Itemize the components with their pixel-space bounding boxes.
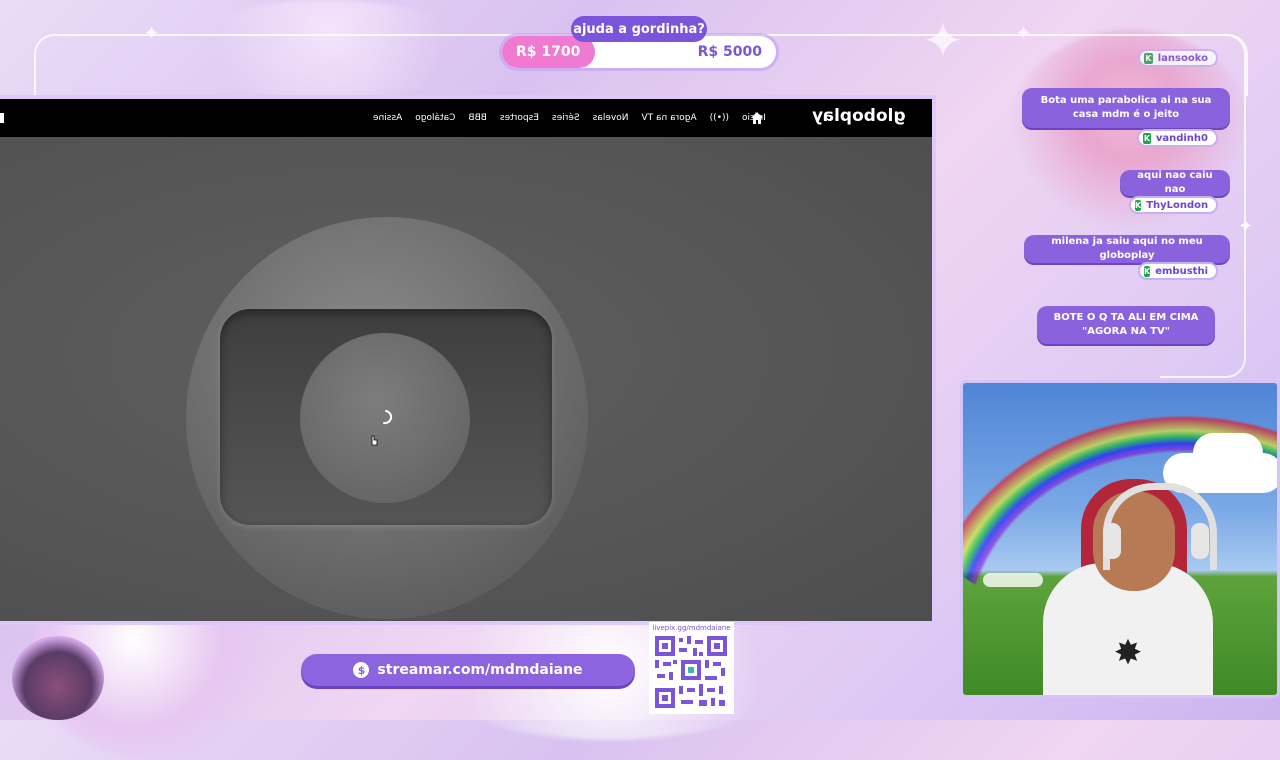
chat-username-text: embusthi <box>1155 265 1208 277</box>
chat-message: milena ja saiu aqui no meu globoplay <box>1024 235 1230 263</box>
nav-item-series[interactable]: Séries <box>552 113 580 123</box>
webcam-feed: ✸ <box>960 380 1280 698</box>
chat-username-text: ThyLondon <box>1146 199 1209 211</box>
nav-item-catalogo[interactable]: Catálogo <box>415 113 455 123</box>
streamar-url: streamar.com/mdmdaiane <box>377 662 583 678</box>
qr-label: livepix.gg/mdmdaiane <box>652 624 731 632</box>
video-player-area[interactable] <box>0 137 932 621</box>
headphone-cup <box>1191 523 1209 559</box>
live-signal-icon: ((•)) <box>709 113 730 123</box>
cloud <box>983 573 1043 587</box>
sparkle-icon: ✦ <box>144 23 160 44</box>
shirt-print: ✸ <box>1113 633 1143 673</box>
nav-item-novelas[interactable]: Novelas <box>593 113 629 123</box>
chat-message: aqui nao caiu nao <box>1120 170 1230 196</box>
nav-item-assine[interactable]: Assine <box>373 113 402 123</box>
chat-username: K vandinh0 <box>1137 129 1218 147</box>
chat-message: BOTE O Q TA ALI EM CIMA "AGORA NA TV" <box>1037 306 1215 344</box>
kick-badge-icon: K <box>1143 132 1151 144</box>
nav-item-bbb[interactable]: BBB <box>469 113 488 123</box>
globoplay-header: Início ((•)) Agora na TV Novelas Séries … <box>0 99 932 137</box>
loading-spinner-icon <box>383 410 393 425</box>
screen-capture: Início ((•)) Agora na TV Novelas Séries … <box>0 99 932 621</box>
chat-username-text: lansooko <box>1157 52 1208 64</box>
browser-edge <box>0 113 4 123</box>
channel-avatar <box>12 636 104 720</box>
kick-badge-icon: K <box>1135 199 1142 211</box>
globoplay-logo[interactable]: globoplay <box>812 106 906 126</box>
qr-code-icon <box>655 636 727 708</box>
chat-username: K embusthi <box>1138 262 1218 280</box>
nav-item-agora-na-tv[interactable]: Agora na TV <box>642 113 697 123</box>
cloud <box>1193 433 1263 473</box>
headphone-cup <box>1103 523 1121 559</box>
globoplay-nav: Início ((•)) Agora na TV Novelas Séries … <box>373 99 766 137</box>
streamar-link[interactable]: $ streamar.com/mdmdaiane <box>301 654 635 686</box>
kick-badge-icon: K <box>1144 52 1153 64</box>
chat-username: K ThyLondon <box>1129 196 1218 214</box>
livepix-qr[interactable]: livepix.gg/mdmdaiane <box>649 622 734 714</box>
sparkle-icon: ✦ <box>1016 23 1032 44</box>
chat-username-text: vandinh0 <box>1155 132 1208 144</box>
star-decoration-icon: ✦ <box>922 12 964 70</box>
hand-cursor-icon <box>371 435 378 446</box>
donation-goal-title: ajuda a gordinha? <box>571 16 707 42</box>
chat-username: K lansooko <box>1138 49 1218 67</box>
donation-goal-target: R$ 5000 <box>697 44 762 60</box>
home-icon[interactable] <box>750 111 764 125</box>
nav-item-esportes[interactable]: Esportes <box>500 113 539 123</box>
coin-icon: $ <box>353 662 370 678</box>
donation-goal-current: R$ 1700 <box>516 44 581 60</box>
chat-message: Bota uma parabolica ai na sua casa mdm é… <box>1022 88 1230 128</box>
sparkle-icon: ✦ <box>1238 216 1254 237</box>
kick-badge-icon: K <box>1144 265 1151 277</box>
